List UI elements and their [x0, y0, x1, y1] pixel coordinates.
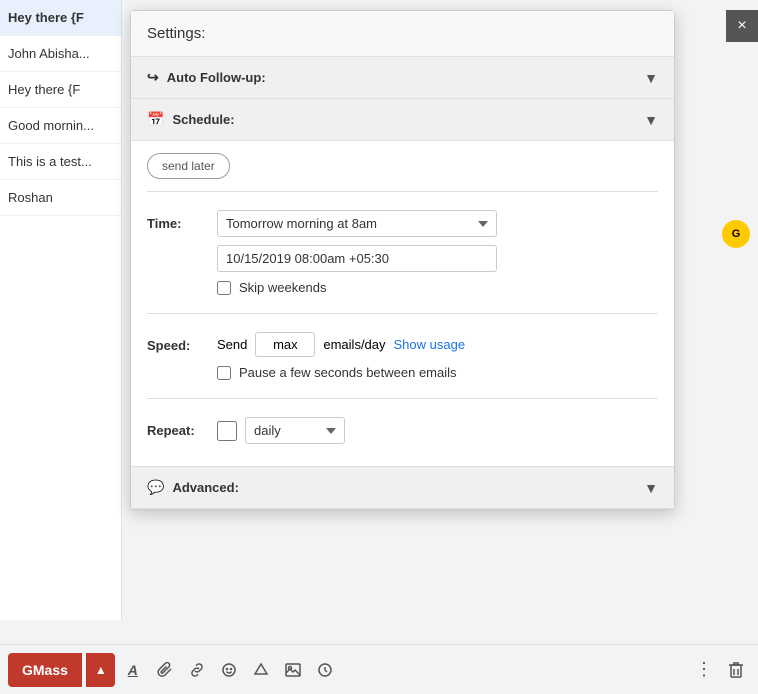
speed-label: Speed:: [147, 332, 217, 353]
image-icon[interactable]: [279, 656, 307, 684]
divider-1: [147, 191, 658, 192]
advanced-label: Advanced:: [172, 480, 238, 495]
schedule-chevron: ▼: [644, 112, 658, 128]
schedule-icon: 📅: [147, 111, 164, 128]
repeat-content: daily weekly monthly: [217, 417, 658, 444]
divider-2: [147, 313, 658, 314]
gmass-arrow-button[interactable]: ▲: [86, 653, 115, 687]
show-usage-link[interactable]: Show usage: [394, 337, 466, 352]
send-later-button[interactable]: send later: [147, 153, 230, 179]
email-item-6[interactable]: Roshan: [0, 180, 121, 216]
email-item-5[interactable]: This is a test...: [0, 144, 121, 180]
pause-checkbox[interactable]: [217, 366, 231, 380]
divider-3: [147, 398, 658, 399]
settings-panel: Settings: ↪ Auto Follow-up: ▼ 📅 Schedule…: [130, 10, 675, 510]
advanced-chevron: ▼: [644, 480, 658, 496]
schedule-section-header[interactable]: 📅 Schedule: ▼: [131, 99, 674, 141]
repeat-inline: daily weekly monthly: [217, 417, 658, 444]
speed-content: Send emails/day Show usage Pause a few s…: [217, 332, 658, 380]
emails-per-day-label: emails/day: [323, 337, 385, 352]
date-input[interactable]: [217, 245, 497, 272]
email-item-2[interactable]: John Abisha...: [0, 36, 121, 72]
more-options-icon[interactable]: ⋮: [690, 656, 718, 684]
send-label: Send: [217, 337, 247, 352]
drive-icon[interactable]: [247, 656, 275, 684]
advanced-icon: 💬: [147, 479, 164, 496]
time-label: Time:: [147, 210, 217, 231]
schedule-body: send later Time: Tomorrow morning at 8am…: [131, 141, 674, 466]
email-list: Hey there {F John Abisha... Hey there {F…: [0, 0, 122, 620]
auto-follow-up-chevron: ▼: [644, 70, 658, 86]
auto-follow-up-label: Auto Follow-up:: [167, 70, 266, 85]
time-content: Tomorrow morning at 8am In 1 hour This a…: [217, 210, 658, 295]
speed-input[interactable]: [255, 332, 315, 357]
time-select[interactable]: Tomorrow morning at 8am In 1 hour This a…: [217, 210, 497, 237]
schedule-label: Schedule:: [172, 112, 234, 127]
skip-weekends-row: Skip weekends: [217, 280, 658, 295]
format-text-icon[interactable]: A: [119, 656, 147, 684]
email-item-1[interactable]: Hey there {F: [0, 0, 121, 36]
email-item-4[interactable]: Good mornin...: [0, 108, 121, 144]
close-button[interactable]: ×: [726, 10, 758, 42]
auto-follow-up-section[interactable]: ↪ Auto Follow-up: ▼: [131, 57, 674, 99]
bottom-toolbar: GMass ▲ A: [0, 644, 758, 694]
time-row: Time: Tomorrow morning at 8am In 1 hour …: [147, 200, 658, 305]
skip-weekends-label: Skip weekends: [239, 280, 326, 295]
repeat-label: Repeat:: [147, 417, 217, 438]
speed-row: Speed: Send emails/day Show usage Pause …: [147, 322, 658, 390]
pause-label: Pause a few seconds between emails: [239, 365, 457, 380]
speed-inline: Send emails/day Show usage: [217, 332, 658, 357]
repeat-select[interactable]: daily weekly monthly: [245, 417, 345, 444]
skip-weekends-checkbox[interactable]: [217, 281, 231, 295]
repeat-row: Repeat: daily weekly monthly: [147, 407, 658, 454]
schedule-toolbar-icon[interactable]: [311, 656, 339, 684]
gmass-button[interactable]: GMass: [8, 653, 82, 687]
advanced-section[interactable]: 💬 Advanced: ▼: [131, 466, 674, 509]
email-item-3[interactable]: Hey there {F: [0, 72, 121, 108]
emoji-icon[interactable]: [215, 656, 243, 684]
repeat-enable-checkbox[interactable]: [217, 421, 237, 441]
grammarly-badge: G: [722, 220, 750, 248]
attachment-icon[interactable]: [151, 656, 179, 684]
auto-follow-up-icon: ↪: [147, 69, 159, 86]
link-icon[interactable]: [183, 656, 211, 684]
pause-row: Pause a few seconds between emails: [217, 365, 658, 380]
trash-icon[interactable]: [722, 656, 750, 684]
settings-title: Settings:: [131, 11, 674, 57]
